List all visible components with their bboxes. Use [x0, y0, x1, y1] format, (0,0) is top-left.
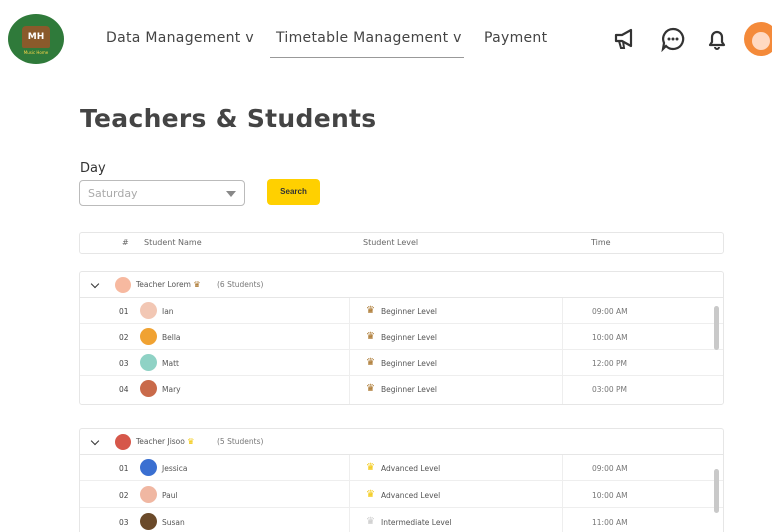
day-select[interactable]: Saturday — [79, 180, 245, 206]
crown-icon: ♛ — [187, 437, 195, 446]
student-name: Mary — [162, 385, 181, 394]
header-student-level: Student Level — [363, 238, 419, 247]
row-num: 04 — [119, 385, 129, 394]
crown-icon: ♛ — [366, 462, 375, 473]
megaphone-icon[interactable] — [612, 26, 638, 52]
student-name: Paul — [162, 491, 178, 500]
crown-icon: ♛ — [366, 331, 375, 342]
page-title: Teachers & Students — [80, 104, 377, 133]
scrollbar-thumb[interactable] — [714, 306, 719, 350]
student-name: Jessica — [162, 464, 188, 473]
bell-icon[interactable] — [704, 26, 730, 52]
header-time: Time — [591, 238, 611, 247]
lesson-time: 12:00 PM — [592, 359, 627, 368]
chevron-down-icon — [226, 191, 236, 197]
avatar-face — [752, 32, 770, 50]
crown-icon: ♛ — [366, 357, 375, 368]
lesson-time: 10:00 AM — [592, 491, 628, 500]
table-row[interactable]: 04 Mary ♛ Beginner Level 03:00 PM — [80, 376, 723, 402]
teacher-group: Teacher Lorem ♛ (6 Students) 01 Ian ♛ Be… — [79, 271, 724, 405]
student-avatar — [140, 354, 157, 371]
scrollbar-thumb[interactable] — [714, 469, 719, 513]
chat-icon[interactable] — [660, 26, 686, 52]
row-num: 03 — [119, 518, 129, 527]
header-student-name: Student Name — [144, 238, 202, 247]
table-row[interactable]: 03 Susan ♛ Intermediate Level 11:00 AM — [80, 509, 723, 532]
user-avatar[interactable] — [744, 22, 772, 56]
table-row[interactable]: 01 Ian ♛ Beginner Level 09:00 AM — [80, 298, 723, 324]
student-level: Beginner Level — [381, 307, 437, 316]
student-count: (5 Students) — [217, 437, 264, 446]
table-row[interactable]: 01 Jessica ♛ Advanced Level 09:00 AM — [80, 455, 723, 481]
crown-icon: ♛ — [366, 516, 375, 527]
row-num: 01 — [119, 307, 129, 316]
logo-initials: MH — [27, 32, 45, 42]
day-label: Day — [80, 161, 106, 176]
student-name: Bella — [162, 333, 181, 342]
student-level: Beginner Level — [381, 385, 437, 394]
teacher-group-header[interactable]: Teacher Lorem ♛ (6 Students) — [80, 272, 723, 298]
teacher-avatar — [115, 434, 131, 450]
top-header: MH Music Home Data Management v Timetabl… — [0, 0, 772, 80]
student-name: Matt — [162, 359, 179, 368]
table-row[interactable]: 02 Paul ♛ Advanced Level 10:00 AM — [80, 482, 723, 508]
student-level: Beginner Level — [381, 333, 437, 342]
row-num: 03 — [119, 359, 129, 368]
student-level: Advanced Level — [381, 491, 441, 500]
crown-icon: ♛ — [366, 383, 375, 394]
student-level: Advanced Level — [381, 464, 441, 473]
student-avatar — [140, 302, 157, 319]
row-num: 02 — [119, 491, 129, 500]
day-select-value: Saturday — [88, 187, 138, 200]
row-num: 01 — [119, 464, 129, 473]
student-count: (6 Students) — [217, 280, 264, 289]
teacher-group-header[interactable]: Teacher Jisoo ♛ (5 Students) — [80, 429, 723, 455]
teacher-name: Teacher Lorem ♛ — [136, 280, 201, 289]
lesson-time: 11:00 AM — [592, 518, 628, 527]
student-avatar — [140, 380, 157, 397]
student-avatar — [140, 459, 157, 476]
student-level: Intermediate Level — [381, 518, 452, 527]
nav-timetable-management[interactable]: Timetable Management v — [276, 30, 462, 46]
nav-data-management[interactable]: Data Management v — [106, 30, 254, 46]
chevron-down-icon[interactable] — [90, 436, 100, 446]
chevron-down-icon[interactable] — [90, 279, 100, 289]
header-num: # — [122, 238, 129, 247]
lesson-time: 09:00 AM — [592, 464, 628, 473]
teacher-name: Teacher Jisoo ♛ — [136, 437, 195, 446]
logo-tagline: Music Home — [23, 50, 49, 55]
lesson-time: 10:00 AM — [592, 333, 628, 342]
student-level: Beginner Level — [381, 359, 437, 368]
table-row[interactable]: 03 Matt ♛ Beginner Level 12:00 PM — [80, 350, 723, 376]
student-name: Susan — [162, 518, 185, 527]
row-num: 02 — [119, 333, 129, 342]
student-avatar — [140, 513, 157, 530]
student-name: Ian — [162, 307, 174, 316]
crown-icon: ♛ — [193, 280, 201, 289]
search-button[interactable]: Search — [267, 179, 320, 205]
teacher-group: Teacher Jisoo ♛ (5 Students) 01 Jessica … — [79, 428, 724, 532]
lesson-time: 03:00 PM — [592, 385, 627, 394]
table-header: # Student Name Student Level Time — [79, 232, 724, 254]
crown-icon: ♛ — [366, 489, 375, 500]
teacher-avatar — [115, 277, 131, 293]
nav-payment[interactable]: Payment — [484, 30, 547, 46]
student-avatar — [140, 328, 157, 345]
crown-icon: ♛ — [366, 305, 375, 316]
logo[interactable]: MH Music Home — [8, 14, 64, 64]
student-avatar — [140, 486, 157, 503]
lesson-time: 09:00 AM — [592, 307, 628, 316]
table-row[interactable]: 02 Bella ♛ Beginner Level 10:00 AM — [80, 324, 723, 350]
active-nav-underline — [270, 57, 464, 58]
